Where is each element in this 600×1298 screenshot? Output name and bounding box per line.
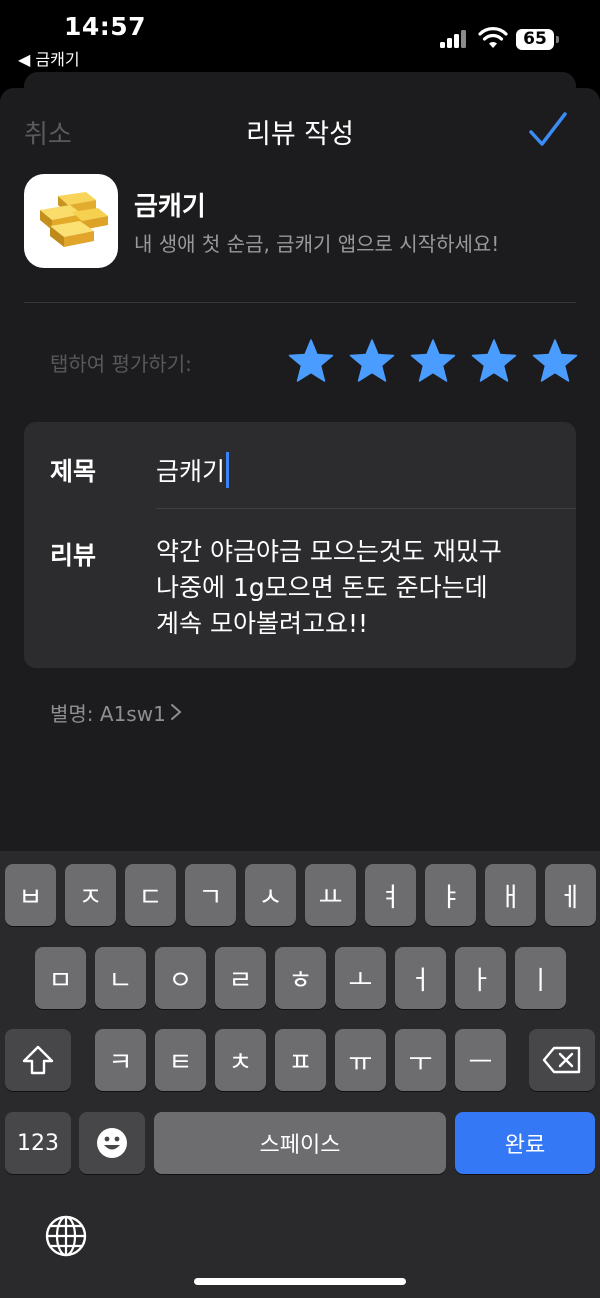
key-2-row-2[interactable]: ㄴ (95, 947, 146, 1009)
key-3-row-1[interactable]: ㄷ (125, 864, 176, 926)
title-label: 제목 (50, 457, 97, 486)
status-bar: 14:57 ◀ 금캐기 65 (0, 0, 600, 70)
page-title: 리뷰 작성 (246, 119, 354, 150)
emoji-icon (97, 1128, 127, 1158)
key-4-row-2[interactable]: ㄹ (215, 947, 266, 1009)
key-5-row-1[interactable]: ㅅ (245, 864, 296, 926)
key-3-row-2[interactable]: ㅇ (155, 947, 206, 1009)
form-divider (156, 508, 576, 509)
wifi-icon (478, 27, 508, 48)
delete-backspace-icon (542, 1046, 581, 1074)
key-7-row-3[interactable]: ㅡ (455, 1029, 506, 1091)
divider (24, 302, 576, 303)
globe-icon[interactable] (44, 1214, 88, 1258)
key-1-row-2[interactable]: ㅁ (35, 947, 86, 1009)
title-input[interactable]: 금캐기 (156, 452, 230, 488)
star-icon[interactable] (532, 338, 578, 384)
title-input-text: 금캐기 (156, 457, 226, 486)
star-icon[interactable] (410, 338, 456, 384)
key-9-row-2[interactable]: ㅣ (515, 947, 566, 1009)
done-key[interactable]: 완료 (455, 1112, 595, 1174)
key-4-row-1[interactable]: ㄱ (185, 864, 236, 926)
korean-keyboard: ㅂㅈㄷㄱㅅㅛㅕㅑㅐㅔ ㅁㄴㅇㄹㅎㅗㅓㅏㅣ ㅋㅌㅊㅍㅠㅜㅡ 123 스페이스 완료 (0, 851, 600, 1298)
review-label: 리뷰 (50, 541, 97, 570)
key-1-row-3[interactable]: ㅋ (95, 1029, 146, 1091)
key-6-row-1[interactable]: ㅛ (305, 864, 356, 926)
app-name: 금캐기 (134, 192, 206, 222)
app-subtitle: 내 생애 첫 순금, 금캐기 앱으로 시작하세요! (134, 232, 500, 256)
nickname-link[interactable]: 별명: A1sw1 (50, 698, 182, 727)
back-to-app-link[interactable]: ◀ 금캐기 (18, 46, 80, 70)
star-rating[interactable] (288, 338, 578, 384)
key-2-row-1[interactable]: ㅈ (65, 864, 116, 926)
key-8-row-1[interactable]: ㅑ (425, 864, 476, 926)
chevron-right-icon (170, 702, 182, 726)
key-7-row-2[interactable]: ㅓ (395, 947, 446, 1009)
rating-label: 탭하여 평가하기: (50, 352, 192, 376)
emoji-key[interactable] (79, 1112, 145, 1174)
checkmark-icon[interactable] (526, 108, 570, 152)
shift-icon (22, 1045, 54, 1075)
key-10-row-1[interactable]: ㅔ (545, 864, 596, 926)
battery-level: 65 (516, 29, 554, 50)
key-1-row-1[interactable]: ㅂ (5, 864, 56, 926)
key-6-row-3[interactable]: ㅜ (395, 1029, 446, 1091)
key-6-row-2[interactable]: ㅗ (335, 947, 386, 1009)
review-form: 제목 금캐기 리뷰 약간 야금야금 모으는것도 재밌구 나중에 1g모으면 돈도… (24, 422, 576, 668)
star-icon[interactable] (349, 338, 395, 384)
battery-tip (556, 36, 559, 43)
key-5-row-3[interactable]: ㅠ (335, 1029, 386, 1091)
delete-key[interactable] (529, 1029, 595, 1091)
gold-bars-icon (24, 174, 118, 268)
key-2-row-3[interactable]: ㅌ (155, 1029, 206, 1091)
review-textarea[interactable]: 약간 야금야금 모으는것도 재밌구 나중에 1g모으면 돈도 준다는데 계속 모… (156, 534, 561, 642)
space-key[interactable]: 스페이스 (154, 1112, 446, 1174)
key-7-row-1[interactable]: ㅕ (365, 864, 416, 926)
shift-key[interactable] (5, 1029, 71, 1091)
numbers-key[interactable]: 123 (5, 1112, 71, 1174)
nickname-text: 별명: A1sw1 (50, 702, 166, 726)
star-icon[interactable] (471, 338, 517, 384)
home-indicator (194, 1278, 406, 1285)
key-9-row-1[interactable]: ㅐ (485, 864, 536, 926)
key-4-row-3[interactable]: ㅍ (275, 1029, 326, 1091)
text-cursor (226, 452, 230, 488)
key-5-row-2[interactable]: ㅎ (275, 947, 326, 1009)
key-3-row-3[interactable]: ㅊ (215, 1029, 266, 1091)
key-8-row-2[interactable]: ㅏ (455, 947, 506, 1009)
status-time: 14:57 (64, 12, 147, 41)
star-icon[interactable] (288, 338, 334, 384)
cellular-signal-icon (440, 30, 468, 48)
